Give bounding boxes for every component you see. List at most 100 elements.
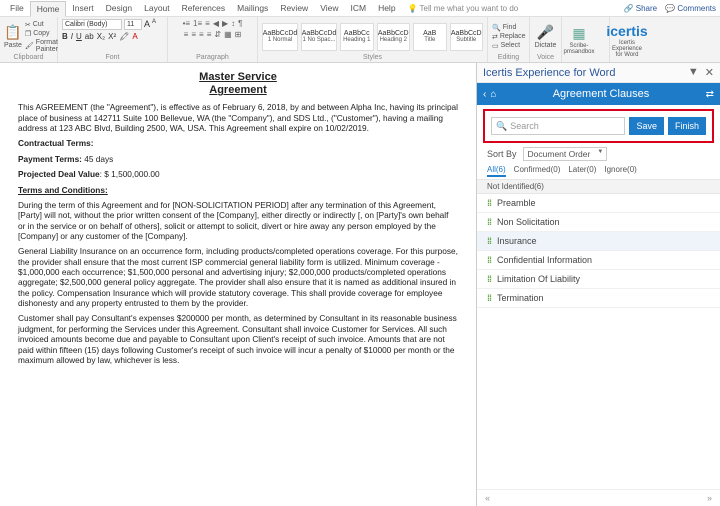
tab-icm[interactable]: ICM [344, 1, 372, 15]
bullets-button[interactable]: •≡ [183, 19, 190, 28]
tab-design[interactable]: Design [100, 1, 138, 15]
font-size-select[interactable]: 11 [124, 19, 142, 30]
pane-close-icon[interactable]: ✕ [705, 66, 714, 79]
dictate-button[interactable]: 🎤Dictate [534, 24, 557, 49]
group-paragraph-label: Paragraph [172, 54, 253, 61]
group-styles-label: Styles [262, 54, 483, 61]
tab-view[interactable]: View [314, 1, 344, 15]
superscript-button[interactable]: X² [108, 32, 116, 41]
drag-handle-icon[interactable]: ⁞⁞ [487, 198, 491, 208]
select-button[interactable]: ▭ Select [492, 42, 526, 50]
numbering-button[interactable]: 1≡ [193, 19, 202, 28]
tab-insert[interactable]: Insert [66, 1, 99, 15]
paste-button[interactable]: 📋Paste [4, 24, 22, 49]
font-family-select[interactable]: Calibri (Body) [62, 19, 122, 30]
italic-button[interactable]: I [71, 32, 73, 41]
cut-button[interactable]: ✂ Cut [25, 21, 58, 29]
align-left-button[interactable]: ≡ [184, 30, 189, 39]
tab-mailings[interactable]: Mailings [231, 1, 274, 15]
indent-button[interactable]: ▶ [222, 19, 228, 28]
filter-later[interactable]: Later(0) [568, 165, 596, 177]
copy-button[interactable]: ❐ Copy [25, 30, 58, 38]
grow-font-icon[interactable]: A [144, 19, 150, 30]
filter-confirmed[interactable]: Confirmed(0) [514, 165, 561, 177]
borders-button[interactable]: ⊞ [235, 30, 242, 39]
doc-payment-terms: Payment Terms: 45 days [18, 154, 458, 164]
group-voice-label: Voice [534, 54, 557, 61]
tab-file[interactable]: File [4, 1, 30, 15]
sort-by-select[interactable]: Document Order [523, 147, 608, 161]
align-right-button[interactable]: ≡ [199, 30, 204, 39]
finish-button[interactable]: Finish [668, 117, 706, 135]
line-spacing-button[interactable]: ⇵ [214, 30, 221, 39]
filter-all[interactable]: All(6) [487, 165, 506, 177]
shrink-font-icon[interactable]: A [152, 19, 156, 30]
style-heading-2[interactable]: AaBbCcDHeading 2 [377, 23, 411, 51]
justify-button[interactable]: ≡ [207, 30, 212, 39]
tab-layout[interactable]: Layout [138, 1, 176, 15]
pane-next-icon[interactable]: » [707, 493, 712, 503]
back-icon[interactable]: ‹ [483, 89, 486, 100]
style-heading-1[interactable]: AaBbCcHeading 1 [340, 23, 374, 51]
font-color-button[interactable]: A [132, 32, 137, 41]
strike-button[interactable]: ab [85, 32, 94, 41]
style-1-normal[interactable]: AaBbCcDd1 Normal [262, 23, 298, 51]
doc-heading-contractual: Contractual Terms: [18, 138, 458, 148]
clause-insurance[interactable]: ⁞⁞Insurance [477, 232, 720, 251]
clause-termination[interactable]: ⁞⁞Termination [477, 289, 720, 308]
drag-handle-icon[interactable]: ⁞⁞ [487, 274, 491, 284]
highlight-button[interactable]: 🖍 [119, 32, 129, 41]
sync-icon[interactable]: ⇄ [706, 89, 714, 100]
drag-handle-icon[interactable]: ⁞⁞ [487, 255, 491, 265]
comments-button[interactable]: 💬 Comments [665, 4, 716, 13]
group-font-label: Font [62, 54, 163, 61]
pane-dropdown-icon[interactable]: ▼ [688, 66, 699, 79]
tab-references[interactable]: References [176, 1, 231, 15]
group-clipboard-label: Clipboard [4, 54, 53, 61]
drag-handle-icon[interactable]: ⁞⁞ [487, 236, 491, 246]
drag-handle-icon[interactable]: ⁞⁞ [487, 293, 491, 303]
icertis-task-pane: Icertis Experience for Word ▼✕ ‹⌂ Agreem… [476, 63, 720, 506]
tab-home[interactable]: Home [30, 1, 67, 17]
find-button[interactable]: 🔍 Find [492, 24, 526, 32]
shading-button[interactable]: ▦ [224, 30, 232, 39]
pane-prev-icon[interactable]: « [485, 493, 490, 503]
bold-button[interactable]: B [62, 32, 68, 41]
doc-title: Master ServiceAgreement [18, 71, 458, 97]
clause-non-solicitation[interactable]: ⁞⁞Non Solicitation [477, 213, 720, 232]
underline-button[interactable]: U [76, 32, 82, 41]
doc-paragraph: General Liability Insurance on an occurr… [18, 246, 458, 308]
pane-search-area: Search Save Finish [483, 109, 714, 143]
format-painter-button[interactable]: 🖌 Format Painter [25, 39, 58, 53]
sort-button[interactable]: ↕ [231, 19, 235, 28]
align-center-button[interactable]: ≡ [191, 30, 196, 39]
save-button[interactable]: Save [629, 117, 664, 135]
document-body[interactable]: Master ServiceAgreement This AGREEMENT (… [0, 63, 476, 506]
replace-button[interactable]: ⇄ Replace [492, 33, 526, 41]
doc-paragraph: During the term of this Agreement and fo… [18, 200, 458, 241]
tell-me-search[interactable]: Tell me what you want to do [408, 4, 519, 13]
clause-preamble[interactable]: ⁞⁞Preamble [477, 194, 720, 213]
not-identified-row[interactable]: Not Identified(6) [477, 180, 720, 194]
pane-bar-title: Agreement Clauses [496, 88, 705, 100]
icertis-addin-button[interactable]: icertisIcertis Experience for Word [614, 23, 640, 58]
clause-limitation-of-liability[interactable]: ⁞⁞Limitation Of Liability [477, 270, 720, 289]
scribe-addin-button[interactable]: ▦Scribe-pmsandbox [566, 25, 592, 55]
tab-review[interactable]: Review [274, 1, 314, 15]
outdent-button[interactable]: ◀ [213, 19, 219, 28]
drag-handle-icon[interactable]: ⁞⁞ [487, 217, 491, 227]
tab-help[interactable]: Help [372, 1, 401, 15]
style-1-no-spac-[interactable]: AaBbCcDd1 No Spac... [301, 23, 337, 51]
search-input[interactable]: Search [491, 117, 625, 135]
style-title[interactable]: AaBTitle [413, 23, 447, 51]
clause-confidential-information[interactable]: ⁞⁞Confidential Information [477, 251, 720, 270]
ribbon: 📋Paste ✂ Cut ❐ Copy 🖌 Format Painter Cli… [0, 17, 720, 63]
multilevel-button[interactable]: ≡ [205, 19, 210, 28]
subscript-button[interactable]: X₂ [97, 32, 105, 41]
showmarks-button[interactable]: ¶ [238, 19, 242, 28]
share-button[interactable]: 🔗 Share [624, 4, 658, 13]
filter-ignore[interactable]: Ignore(0) [604, 165, 636, 177]
group-editing-label: Editing [492, 54, 525, 61]
style-subtitle[interactable]: AaBbCcDSubtitle [450, 23, 484, 51]
doc-paragraph: This AGREEMENT (the "Agreement"), is eff… [18, 102, 458, 133]
